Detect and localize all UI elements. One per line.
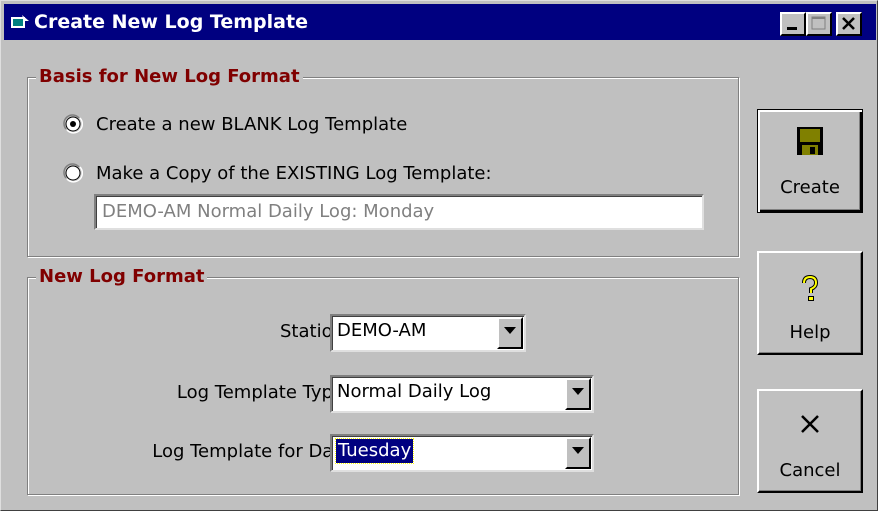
station-dropdown-button[interactable] bbox=[497, 317, 523, 349]
station-select[interactable]: DEMO-AM bbox=[330, 314, 526, 352]
maximize-button[interactable] bbox=[806, 12, 832, 36]
app-icon bbox=[11, 15, 29, 28]
create-button-label: Create bbox=[780, 177, 840, 198]
chevron-down-icon bbox=[504, 327, 516, 334]
day-value: Tuesday bbox=[334, 438, 415, 464]
window-title: Create New Log Template bbox=[34, 11, 308, 33]
maximize-icon bbox=[811, 16, 826, 30]
existing-template-field[interactable]: DEMO-AM Normal Daily Log: Monday bbox=[94, 194, 704, 230]
floppy-disk-icon bbox=[797, 127, 823, 155]
help-button[interactable]: Help bbox=[757, 251, 863, 355]
station-value: DEMO-AM bbox=[337, 320, 427, 341]
question-mark-icon bbox=[802, 275, 819, 301]
minimize-icon bbox=[787, 27, 797, 30]
x-icon bbox=[801, 415, 819, 433]
close-button[interactable] bbox=[836, 12, 862, 36]
create-log-template-dialog: Create New Log Template Basis for New Lo… bbox=[0, 0, 878, 511]
close-icon bbox=[842, 17, 855, 30]
type-select[interactable]: Normal Daily Log bbox=[330, 375, 594, 413]
day-label: Log Template for Day bbox=[152, 441, 344, 462]
day-dropdown-button[interactable] bbox=[565, 437, 591, 469]
help-button-label: Help bbox=[789, 322, 831, 343]
cancel-button[interactable]: Cancel bbox=[757, 389, 863, 493]
type-value: Normal Daily Log bbox=[337, 381, 492, 402]
title-bar[interactable]: Create New Log Template bbox=[4, 4, 876, 40]
option-copy[interactable]: Make a Copy of the EXISTING Log Template… bbox=[63, 162, 563, 186]
cancel-button-label: Cancel bbox=[779, 460, 841, 481]
radio-blank-icon[interactable] bbox=[63, 114, 83, 134]
type-label: Log Template Type bbox=[176, 382, 344, 403]
option-blank[interactable]: Create a new BLANK Log Template bbox=[63, 113, 563, 137]
chevron-down-icon bbox=[572, 388, 584, 395]
create-button[interactable]: Create bbox=[757, 109, 863, 213]
radio-copy-icon[interactable] bbox=[63, 163, 83, 183]
chevron-down-icon bbox=[572, 447, 584, 454]
day-select[interactable]: Tuesday bbox=[330, 434, 594, 472]
minimize-button[interactable] bbox=[780, 12, 806, 36]
option-copy-label: Make a Copy of the EXISTING Log Template… bbox=[96, 163, 492, 184]
existing-template-value: DEMO-AM Normal Daily Log: Monday bbox=[102, 201, 435, 222]
format-group-label: New Log Format bbox=[36, 265, 208, 289]
basis-group: Basis for New Log Format Create a new BL… bbox=[27, 65, 739, 257]
option-blank-label: Create a new BLANK Log Template bbox=[96, 114, 408, 135]
format-group: New Log Format Station DEMO-AM Log Templ… bbox=[27, 265, 739, 495]
type-dropdown-button[interactable] bbox=[565, 378, 591, 410]
basis-group-label: Basis for New Log Format bbox=[36, 65, 303, 89]
